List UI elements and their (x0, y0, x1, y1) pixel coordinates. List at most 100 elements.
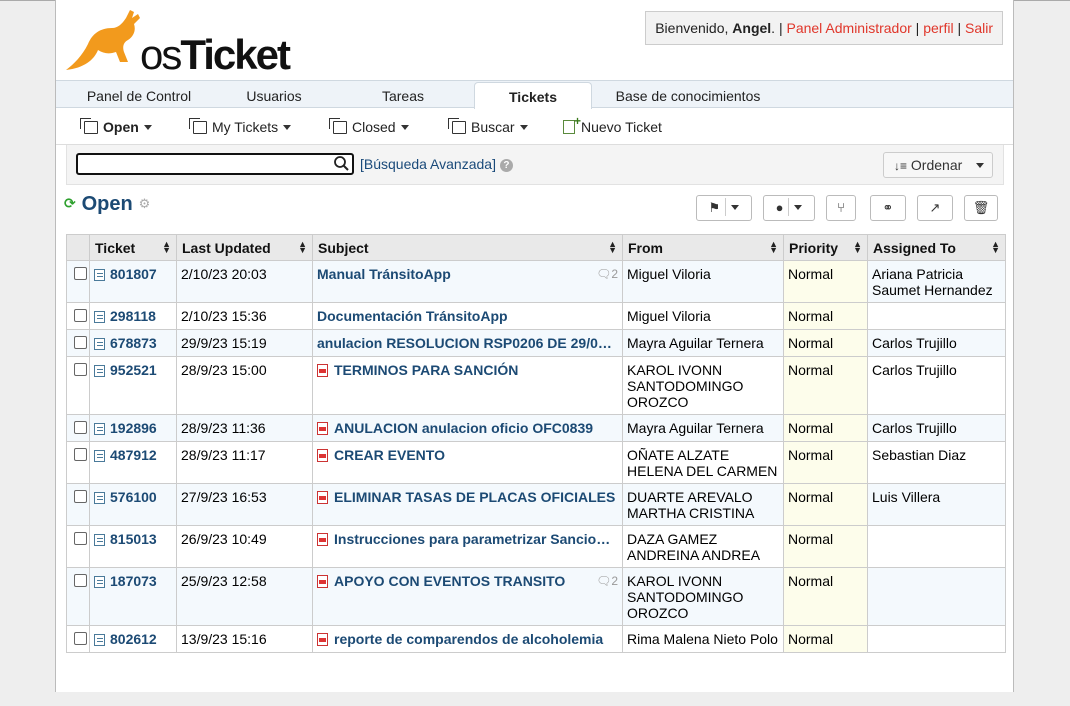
col-from[interactable]: From ▲ ▼ (622, 234, 784, 261)
sort-dropdown[interactable]: ↓≡ Ordenar (883, 152, 993, 178)
subject-link[interactable]: Manual TránsitoApp 🗨2 (317, 266, 618, 282)
subject-link[interactable]: anulacion RESOLUCION RSP0206 DE 29/09/20… (317, 335, 618, 351)
table-row[interactable]: 801807 2/10/23 20:03 Manual TránsitoApp 🗨2 M… (66, 260, 1006, 303)
subject-text: anulacion RESOLUCION RSP0206 DE 29/09/20… (317, 335, 618, 351)
row-checkbox[interactable] (74, 363, 87, 376)
row-checkbox[interactable] (74, 336, 87, 349)
table-row[interactable]: 678873 29/9/23 15:19 anulacion RESOLUCION … (66, 329, 1006, 357)
ticket-number-link[interactable]: 801807 (110, 266, 157, 282)
row-checkbox[interactable] (74, 267, 87, 280)
row-select-cell (66, 414, 90, 442)
my-tickets-menu[interactable]: My Tickets (189, 109, 292, 145)
subject-cell: ELIMINAR TASAS DE PLACAS OFICIALES (312, 483, 623, 526)
col-assigned-to[interactable]: Assigned To ▲ ▼ (867, 234, 1006, 261)
share-button[interactable]: ↗ (917, 195, 953, 221)
subject-link[interactable]: Documentación TránsitoApp (317, 308, 618, 324)
row-checkbox[interactable] (74, 574, 87, 587)
flag-status-button[interactable]: ⚑ (696, 195, 752, 221)
subject-link[interactable]: ANULACION anulacion oficio OFC0839 (317, 420, 618, 436)
row-checkbox[interactable] (74, 448, 87, 461)
row-checkbox[interactable] (74, 421, 87, 434)
ticket-number-link[interactable]: 802612 (110, 631, 157, 647)
table-row[interactable]: 192896 28/9/23 11:36 ANULACION anulacion o… (66, 414, 1006, 442)
search-bar: [Búsqueda Avanzada]? ↓≡ Ordenar (66, 145, 1004, 185)
search-input[interactable] (76, 153, 354, 175)
table-row[interactable]: 487912 28/9/23 11:17 CREAR EVENTO OÑATE ALZ… (66, 441, 1006, 484)
row-checkbox[interactable] (74, 490, 87, 503)
col-ticket[interactable]: Ticket ▲ ▼ (89, 234, 177, 261)
admin-panel-link[interactable]: Panel Administrador (786, 20, 911, 36)
subject-link[interactable]: APOYO CON EVENTOS TRANSITO 🗨2 (317, 573, 618, 589)
from-cell: Miguel Viloria (622, 302, 784, 330)
attachment-icon (317, 364, 328, 377)
ticket-number-link[interactable]: 298118 (110, 308, 156, 324)
last-updated-cell: 27/9/23 16:53 (176, 483, 313, 526)
ticket-number-link[interactable]: 187073 (110, 573, 157, 589)
tab-knowledgebase[interactable]: Base de conocimientos (610, 81, 766, 109)
table-row[interactable]: 298118 2/10/23 15:36 Documentación Tránsit… (66, 302, 1006, 330)
from-cell: Miguel Viloria (622, 260, 784, 303)
advanced-search-link[interactable]: [Búsqueda Avanzada]? (360, 156, 513, 172)
tab-users[interactable]: Usuarios (226, 81, 322, 109)
subject-text: CREAR EVENTO (334, 447, 445, 463)
thread-count: 🗨2 (596, 266, 618, 282)
col-subject[interactable]: Subject ▲ ▼ (312, 234, 623, 261)
ticket-number-link[interactable]: 815013 (110, 531, 157, 547)
subject-link[interactable]: TERMINOS PARA SANCIÓN (317, 362, 618, 378)
ticket-number-link[interactable]: 576100 (110, 489, 157, 505)
sub-nav: Open My Tickets Closed Buscar Nuevo Tick… (56, 103, 1013, 145)
subject-link[interactable]: ELIMINAR TASAS DE PLACAS OFICIALES (317, 489, 618, 505)
new-ticket-link[interactable]: Nuevo Ticket (563, 103, 662, 145)
ticket-number-link[interactable]: 487912 (110, 447, 157, 463)
subject-text: APOYO CON EVENTOS TRANSITO (334, 573, 566, 589)
row-select-cell (66, 625, 90, 653)
row-checkbox[interactable] (74, 532, 87, 545)
table-row[interactable]: 187073 25/9/23 12:58 APOYO CON EVENTOS TRA… (66, 567, 1006, 626)
open-queue-menu[interactable]: Open (80, 109, 152, 145)
row-checkbox[interactable] (74, 632, 87, 645)
assign-button[interactable]: ● (763, 195, 815, 221)
queue-title-row: ⟳ Open ⚙ (64, 193, 150, 219)
attachment-icon (317, 633, 328, 646)
tab-dashboard[interactable]: Panel de Control (74, 81, 204, 109)
search-icon[interactable] (332, 155, 352, 173)
refresh-icon[interactable]: ⟳ (64, 195, 76, 211)
priority-cell: Normal (783, 260, 868, 303)
subject-text: ELIMINAR TASAS DE PLACAS OFICIALES (334, 489, 616, 505)
delete-button[interactable]: 🗑 (964, 195, 998, 221)
logout-link[interactable]: Salir (965, 20, 993, 36)
attachment-icon (317, 491, 328, 504)
col-last-updated[interactable]: Last Updated ▲ ▼ (176, 234, 313, 261)
chevron-down-icon (519, 125, 528, 130)
table-row[interactable]: 952521 28/9/23 15:00 TERMINOS PARA SANCIÓN… (66, 356, 1006, 415)
subject-link[interactable]: CREAR EVENTO (317, 447, 618, 463)
subject-link[interactable]: Instrucciones para parametrizar Sancione… (317, 531, 618, 547)
row-checkbox[interactable] (74, 309, 87, 322)
table-row[interactable]: 815013 26/9/23 10:49 Instrucciones para pa… (66, 525, 1006, 568)
row-select-cell (66, 260, 90, 303)
tab-tasks[interactable]: Tareas (356, 81, 450, 109)
search-menu[interactable]: Buscar (448, 109, 528, 145)
page-title[interactable]: Open (82, 193, 133, 215)
ticket-number-link[interactable]: 192896 (110, 420, 157, 436)
row-select-cell (66, 441, 90, 484)
gear-icon[interactable]: ⚙ (139, 196, 151, 211)
ticket-number-link[interactable]: 952521 (110, 362, 157, 378)
ticket-number-cell: 187073 (89, 567, 177, 626)
osticket-logo[interactable]: osTicket (64, 4, 291, 76)
ticket-number-link[interactable]: 678873 (110, 335, 157, 351)
attachment-icon (317, 533, 328, 546)
table-row[interactable]: 576100 27/9/23 16:53 ELIMINAR TASAS DE PLA… (66, 483, 1006, 526)
assigned-to-cell: Sebastian Diaz (867, 441, 1006, 484)
assigned-to-cell: Carlos Trujillo (867, 414, 1006, 442)
profile-link[interactable]: perfil (923, 20, 953, 36)
link-button[interactable]: ⚭ (870, 195, 906, 221)
subject-cell: Instrucciones para parametrizar Sancione… (312, 525, 623, 568)
col-priority[interactable]: Priority ▲ ▼ (783, 234, 868, 261)
transfer-button[interactable]: ⑂ (826, 195, 856, 221)
table-row[interactable]: 802612 13/9/23 15:16 reporte de comparendo… (66, 625, 1006, 653)
closed-queue-menu[interactable]: Closed (329, 109, 409, 145)
subject-link[interactable]: reporte de comparendos de alcoholemia (317, 631, 618, 647)
ticket-number-cell: 802612 (89, 625, 177, 653)
help-icon[interactable]: ? (499, 159, 513, 172)
